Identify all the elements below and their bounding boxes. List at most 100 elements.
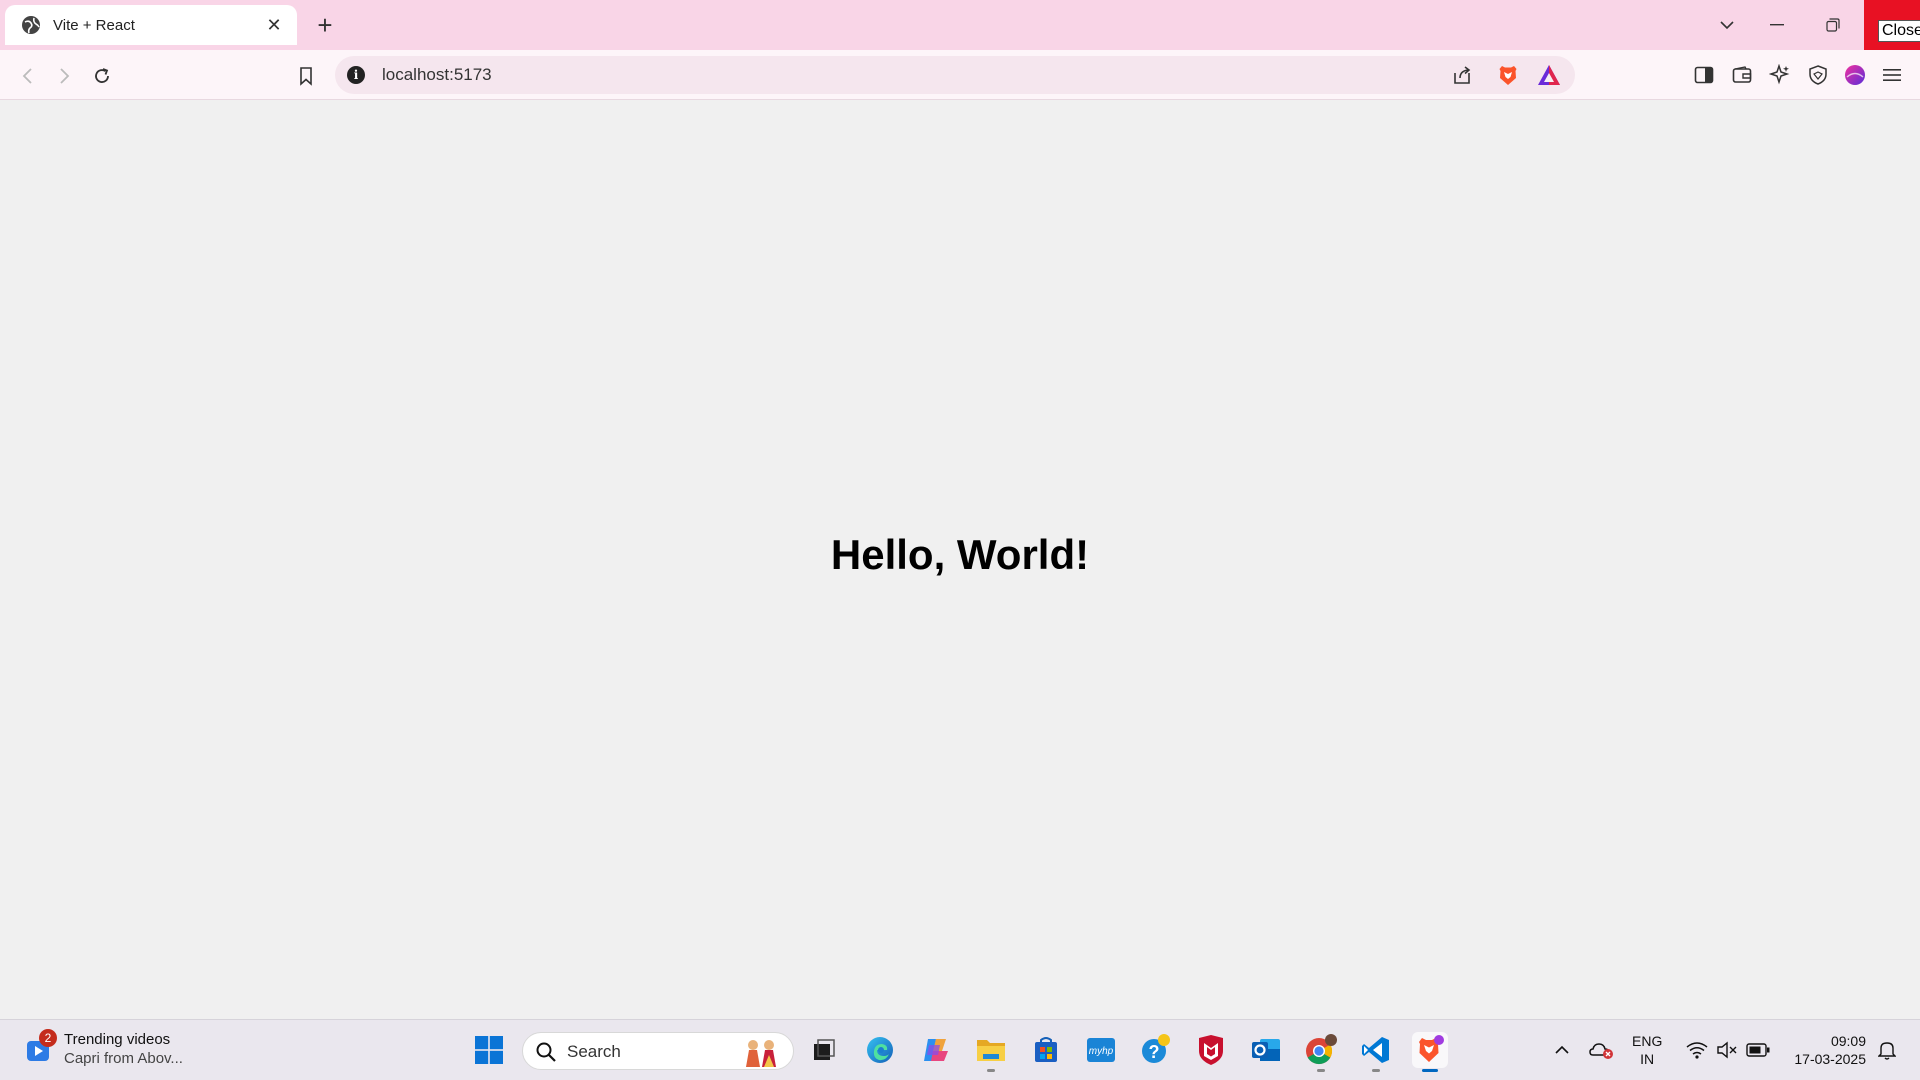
shield-icon bbox=[1809, 65, 1827, 85]
language-code: ENG bbox=[1632, 1033, 1663, 1049]
clock-time: 09:09 bbox=[1830, 1033, 1866, 1049]
windows-logo-icon bbox=[475, 1036, 503, 1064]
browser-toolbar: i localhost:5173 bbox=[0, 50, 1920, 100]
search-placeholder: Search bbox=[567, 1042, 621, 1061]
taskbar-search[interactable]: Search bbox=[522, 1032, 794, 1070]
taskbar-vscode[interactable] bbox=[1358, 1032, 1394, 1072]
taskbar-get-help[interactable]: ? bbox=[1138, 1032, 1174, 1068]
taskbar-mcafee[interactable] bbox=[1193, 1032, 1229, 1068]
bookmark-icon bbox=[300, 67, 312, 86]
notification-badge: 2 bbox=[39, 1029, 57, 1047]
forward-button[interactable] bbox=[52, 63, 78, 89]
profile-button[interactable] bbox=[1843, 63, 1867, 87]
arrow-right-icon bbox=[60, 68, 70, 84]
wifi-button[interactable] bbox=[1684, 1032, 1710, 1068]
myhp-icon: myhp bbox=[1087, 1038, 1115, 1062]
wallet-button[interactable] bbox=[1730, 63, 1754, 87]
taskbar-outlook[interactable] bbox=[1248, 1032, 1284, 1068]
address-bar[interactable]: i localhost:5173 bbox=[335, 56, 1575, 94]
site-info-icon[interactable]: i bbox=[347, 66, 365, 84]
vpn-button[interactable] bbox=[1806, 63, 1830, 87]
page-heading: Hello, World! bbox=[830, 531, 1090, 578]
battery-button[interactable] bbox=[1744, 1032, 1772, 1068]
taskbar-copilot[interactable] bbox=[918, 1032, 954, 1068]
sparkle-icon bbox=[1769, 64, 1790, 85]
running-indicator bbox=[987, 1069, 995, 1072]
widget-subtitle: Capri from Abov... bbox=[64, 1050, 183, 1067]
reload-button[interactable] bbox=[89, 63, 115, 89]
taskbar-myhp[interactable]: myhp bbox=[1083, 1032, 1119, 1068]
tab-close-icon[interactable]: ✕ bbox=[263, 14, 285, 36]
leo-ai-button[interactable] bbox=[1768, 63, 1792, 87]
sidebar-button[interactable] bbox=[1692, 63, 1716, 87]
taskbar-file-explorer[interactable] bbox=[973, 1032, 1009, 1072]
taskbar-chrome[interactable] bbox=[1303, 1032, 1339, 1072]
onedrive-tray-button[interactable] bbox=[1588, 1032, 1616, 1068]
copilot-icon bbox=[924, 1039, 948, 1061]
browser-tab[interactable]: Vite + React ✕ bbox=[5, 5, 297, 45]
globe-icon bbox=[22, 16, 40, 34]
restore-button[interactable] bbox=[1806, 0, 1860, 50]
chrome-icon bbox=[1306, 1034, 1337, 1065]
minimize-icon bbox=[1770, 24, 1784, 26]
hamburger-menu-icon bbox=[1883, 69, 1901, 81]
clock[interactable]: 09:09 17-03-2025 bbox=[1786, 1032, 1866, 1068]
brave-browser-icon bbox=[1419, 1035, 1444, 1062]
vscode-icon bbox=[1362, 1037, 1389, 1063]
svg-text:myhp: myhp bbox=[1089, 1046, 1114, 1057]
task-view-icon bbox=[814, 1039, 835, 1060]
windows-taskbar: 2 Trending videos Capri from Abov... Sea… bbox=[0, 1019, 1920, 1080]
browser-tab-bar: Vite + React ✕ + Close bbox=[0, 0, 1920, 50]
help-icon: ? bbox=[1142, 1034, 1170, 1063]
running-indicator bbox=[1372, 1069, 1380, 1072]
brave-shields-icon[interactable] bbox=[1496, 63, 1520, 87]
svg-text:?: ? bbox=[1149, 1042, 1160, 1062]
start-button[interactable] bbox=[471, 1032, 507, 1068]
clock-date: 17-03-2025 bbox=[1794, 1051, 1866, 1067]
close-tooltip: Close bbox=[1878, 20, 1920, 42]
outlook-icon bbox=[1252, 1039, 1280, 1061]
region-code: IN bbox=[1640, 1051, 1655, 1067]
widgets-button[interactable]: 2 Trending videos Capri from Abov... bbox=[24, 1029, 183, 1068]
task-view-button[interactable] bbox=[806, 1032, 842, 1068]
reload-icon bbox=[95, 68, 109, 83]
running-indicator-active bbox=[1422, 1069, 1438, 1072]
tab-search-button[interactable] bbox=[1700, 0, 1754, 50]
minimize-button[interactable] bbox=[1750, 0, 1804, 50]
search-icon bbox=[536, 1042, 556, 1062]
onedrive-error-icon bbox=[1589, 1043, 1613, 1059]
mcafee-shield-icon bbox=[1199, 1035, 1223, 1065]
sidebar-icon bbox=[1694, 66, 1714, 84]
notifications-button[interactable] bbox=[1874, 1032, 1900, 1068]
back-button[interactable] bbox=[14, 63, 40, 89]
volume-button[interactable] bbox=[1714, 1032, 1740, 1068]
page-content: Hello, World! bbox=[0, 101, 1920, 1019]
bell-icon bbox=[1878, 1042, 1896, 1060]
widget-title: Trending videos bbox=[64, 1031, 171, 1048]
share-icon[interactable] bbox=[1451, 64, 1473, 86]
microsoft-store-icon bbox=[1035, 1037, 1057, 1062]
running-indicator bbox=[1317, 1069, 1325, 1072]
brave-rewards-icon[interactable] bbox=[1537, 64, 1561, 86]
widgets-icon: 2 bbox=[24, 1029, 57, 1065]
volume-muted-icon bbox=[1717, 1041, 1737, 1059]
edge-browser-icon bbox=[867, 1037, 893, 1063]
new-tab-button[interactable]: + bbox=[312, 10, 338, 40]
wallet-icon bbox=[1732, 66, 1752, 83]
wifi-icon bbox=[1686, 1042, 1708, 1059]
input-language-indicator[interactable]: ENG IN bbox=[1632, 1032, 1662, 1068]
url-text[interactable]: localhost:5173 bbox=[382, 65, 492, 85]
battery-icon bbox=[1746, 1043, 1770, 1057]
search-highlight-icon bbox=[746, 1040, 776, 1067]
taskbar-edge[interactable] bbox=[862, 1032, 898, 1068]
show-hidden-icons-button[interactable] bbox=[1550, 1032, 1574, 1068]
chevron-up-icon bbox=[1555, 1045, 1569, 1054]
arrow-left-icon bbox=[22, 68, 32, 84]
folder-icon bbox=[977, 1040, 1005, 1061]
bookmark-button[interactable] bbox=[293, 63, 319, 89]
tab-title: Vite + React bbox=[53, 16, 135, 34]
taskbar-store[interactable] bbox=[1028, 1032, 1064, 1068]
restore-icon bbox=[1826, 18, 1840, 32]
taskbar-brave[interactable] bbox=[1412, 1032, 1448, 1072]
main-menu-button[interactable] bbox=[1880, 63, 1904, 87]
